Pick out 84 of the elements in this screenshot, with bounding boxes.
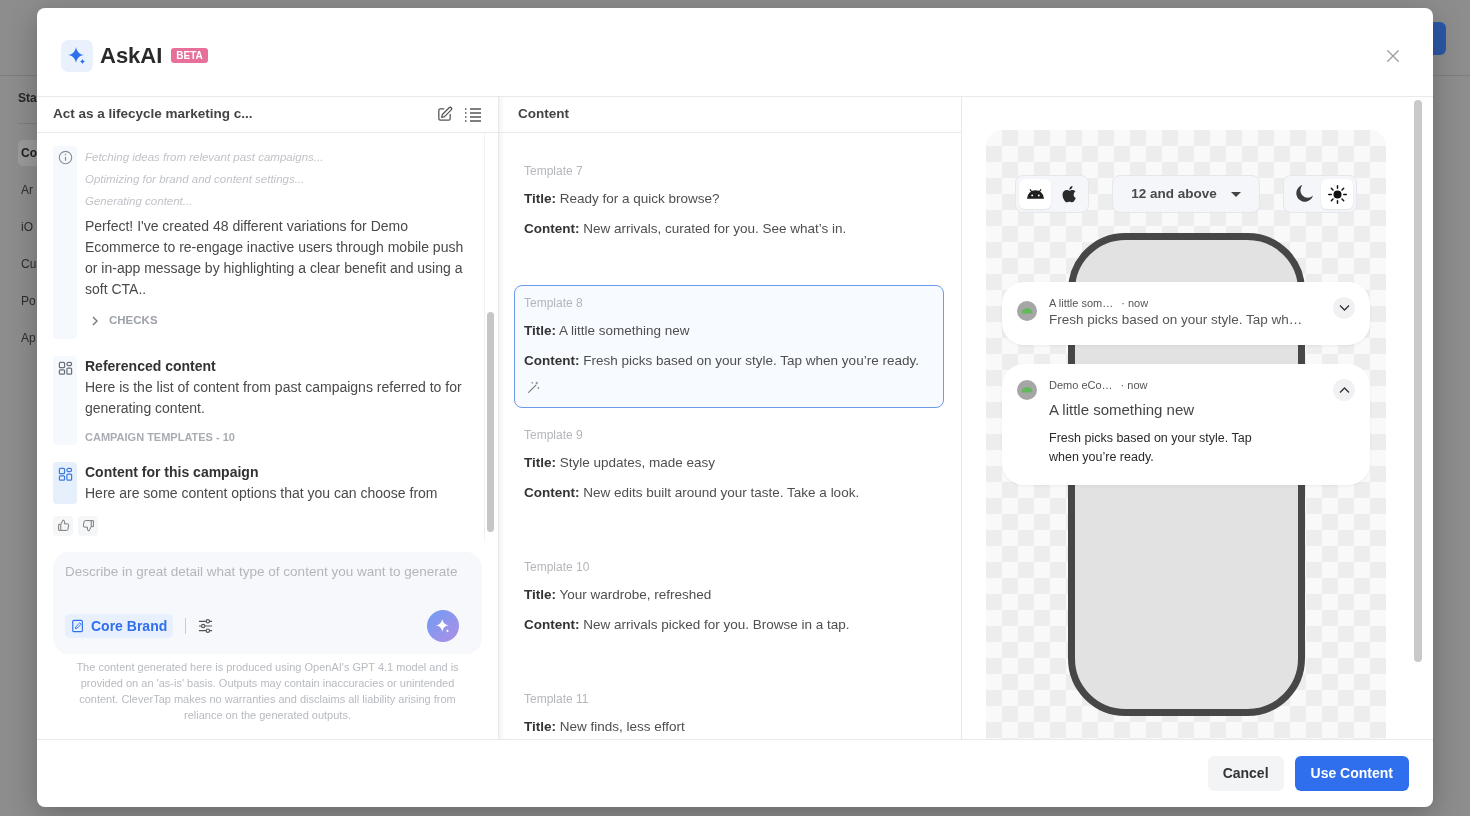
message-text: Here are some content options that you can choose from (85, 483, 439, 503)
notification-body: Fresh picks based on your style. Tap when you’re ready. (1049, 429, 1253, 466)
magic-wand-icon[interactable] (527, 381, 540, 394)
send-button[interactable] (427, 610, 459, 642)
chevron-right-icon (90, 315, 100, 326)
sidebar-item[interactable]: Ar (18, 176, 37, 203)
android-icon (1026, 189, 1044, 199)
template-card[interactable]: Template 8 Title: A little something new Content: Fresh picks based on your style. Tap when you’re ready. (514, 285, 944, 408)
moon-icon (1293, 184, 1313, 204)
scrollbar-thumb[interactable] (1414, 100, 1422, 662)
panel-title: Content (518, 105, 569, 124)
template-label: Template 11 (524, 691, 590, 707)
progress-step: Fetching ideas from relevant past campaigns... (85, 146, 477, 168)
progress-step: Generating content... (85, 190, 477, 212)
use-content-button[interactable]: Use Content (1294, 756, 1409, 791)
brand-selector[interactable]: Core Brand (65, 614, 174, 638)
template-label: Template 9 (524, 427, 584, 443)
message-heading: Referenced content (85, 356, 217, 376)
conversation-title: Act as a lifecycle marketing c... (53, 105, 253, 124)
dialog-title: AskAI (100, 41, 163, 70)
message-text: Perfect! I've created 48 different variations for Demo Ecommerce to re-engage inactive users through mobile push or in-app message by highlighting a clear benefit and using a soft CTA.. (85, 216, 465, 299)
list-icon[interactable] (464, 106, 482, 123)
collapse-button[interactable] (1333, 379, 1355, 401)
caret-down-icon (1230, 191, 1241, 197)
apple-icon (1062, 185, 1076, 203)
button-edge (1433, 22, 1446, 55)
thumbs-up-button[interactable] (53, 515, 73, 536)
cancel-button[interactable]: Cancel (1207, 756, 1284, 791)
chevron-up-icon (1338, 387, 1350, 393)
message-text: Here is the list of content from past campaigns referred to for generating content. (85, 377, 463, 418)
toggle-option[interactable] (1019, 179, 1051, 209)
progress-step: Optimizing for brand and content settings... (85, 168, 477, 190)
notification-body: Fresh picks based on your style. Tap wh… (1049, 310, 1304, 329)
document-edit-icon (71, 619, 85, 633)
app-name: Demo eCo… (1049, 377, 1113, 393)
edit-icon[interactable] (436, 106, 453, 123)
app-icon (1017, 380, 1037, 400)
template-label: Template 7 (524, 163, 584, 179)
version-dropdown[interactable]: 12 and above (1112, 175, 1260, 213)
template-label: Template 8 (524, 295, 584, 311)
sidebar-item[interactable]: Ap (18, 324, 37, 351)
template-label: Template 10 (524, 559, 591, 575)
layout-icon (57, 466, 73, 482)
sparkle-icon (61, 39, 93, 72)
chevron-down-icon (1338, 305, 1350, 311)
template-card[interactable]: Template 7 Title: Ready for a quick browse? Content: New arrivals, curated for you. See what’s in. (514, 153, 944, 276)
template-title: Title: Ready for a quick browse? (524, 190, 721, 208)
info-icon (57, 150, 73, 165)
sidebar-item[interactable]: Po (18, 287, 37, 314)
template-content: Content: New arrivals picked for you. Browse in a tap. (524, 616, 851, 634)
prompt-input[interactable]: Describe in great detail what type of content you want to generate (65, 562, 470, 584)
template-content: Content: New edits built around your taste. Take a look. (524, 484, 861, 502)
disclaimer-text: The content generated here is produced using OpenAI's GPT 4.1 model and is provided on an 'as-is' basis. Outputs may contain inaccuracies or unintended content. CleverTap makes no warranties and disclaims all liability arising from reliance on the generated outputs. (75, 660, 460, 723)
template-content: Content: New arrivals, curated for you. See what’s in. (524, 220, 848, 238)
template-title: Title: A little something new (524, 322, 691, 340)
toggle-option[interactable] (1321, 179, 1353, 209)
notification-title: A little something new (1049, 400, 1196, 420)
timestamp: · now (1121, 295, 1149, 311)
sidebar-item[interactable]: Cu (18, 250, 37, 277)
template-content: Content: Fresh picks based on your style. Tap when you’re ready. (524, 352, 920, 370)
sidebar-item[interactable]: Co (18, 139, 37, 166)
template-card[interactable]: Template 9 Title: Style updates, made easy Content: New edits built around your taste. Take a look. (514, 417, 944, 540)
template-title: Title: Style updates, made easy (524, 454, 717, 472)
template-title: Title: New finds, less effort (524, 718, 686, 736)
template-title: Title: Your wardrobe, refreshed (524, 586, 713, 604)
sidebar-heading: Sta (18, 90, 37, 106)
app-icon (1017, 301, 1037, 321)
scrollbar-thumb[interactable] (487, 312, 494, 532)
sun-icon (1327, 184, 1347, 204)
thumbs-up-icon (56, 519, 70, 532)
template-card[interactable]: Template 10 Title: Your wardrobe, refreshed Content: New arrivals picked for you. Browse in a tap. (514, 549, 944, 672)
thumbs-down-icon (81, 519, 95, 532)
sliders-icon[interactable] (198, 619, 214, 633)
app-name: A little som… (1049, 295, 1114, 311)
timestamp: · now (1120, 377, 1148, 393)
message-footer: CAMPAIGN TEMPLATES - 10 (85, 428, 477, 445)
template-card[interactable]: Template 11 Title: New finds, less effort (514, 681, 944, 739)
expand-button[interactable] (1333, 297, 1355, 319)
message-heading: Content for this campaign (85, 462, 260, 482)
beta-badge: BETA (171, 48, 208, 63)
thumbs-down-button[interactable] (78, 515, 98, 536)
sidebar-item[interactable]: iO (18, 213, 37, 240)
layout-icon (57, 360, 73, 376)
close-icon[interactable] (1386, 48, 1400, 63)
